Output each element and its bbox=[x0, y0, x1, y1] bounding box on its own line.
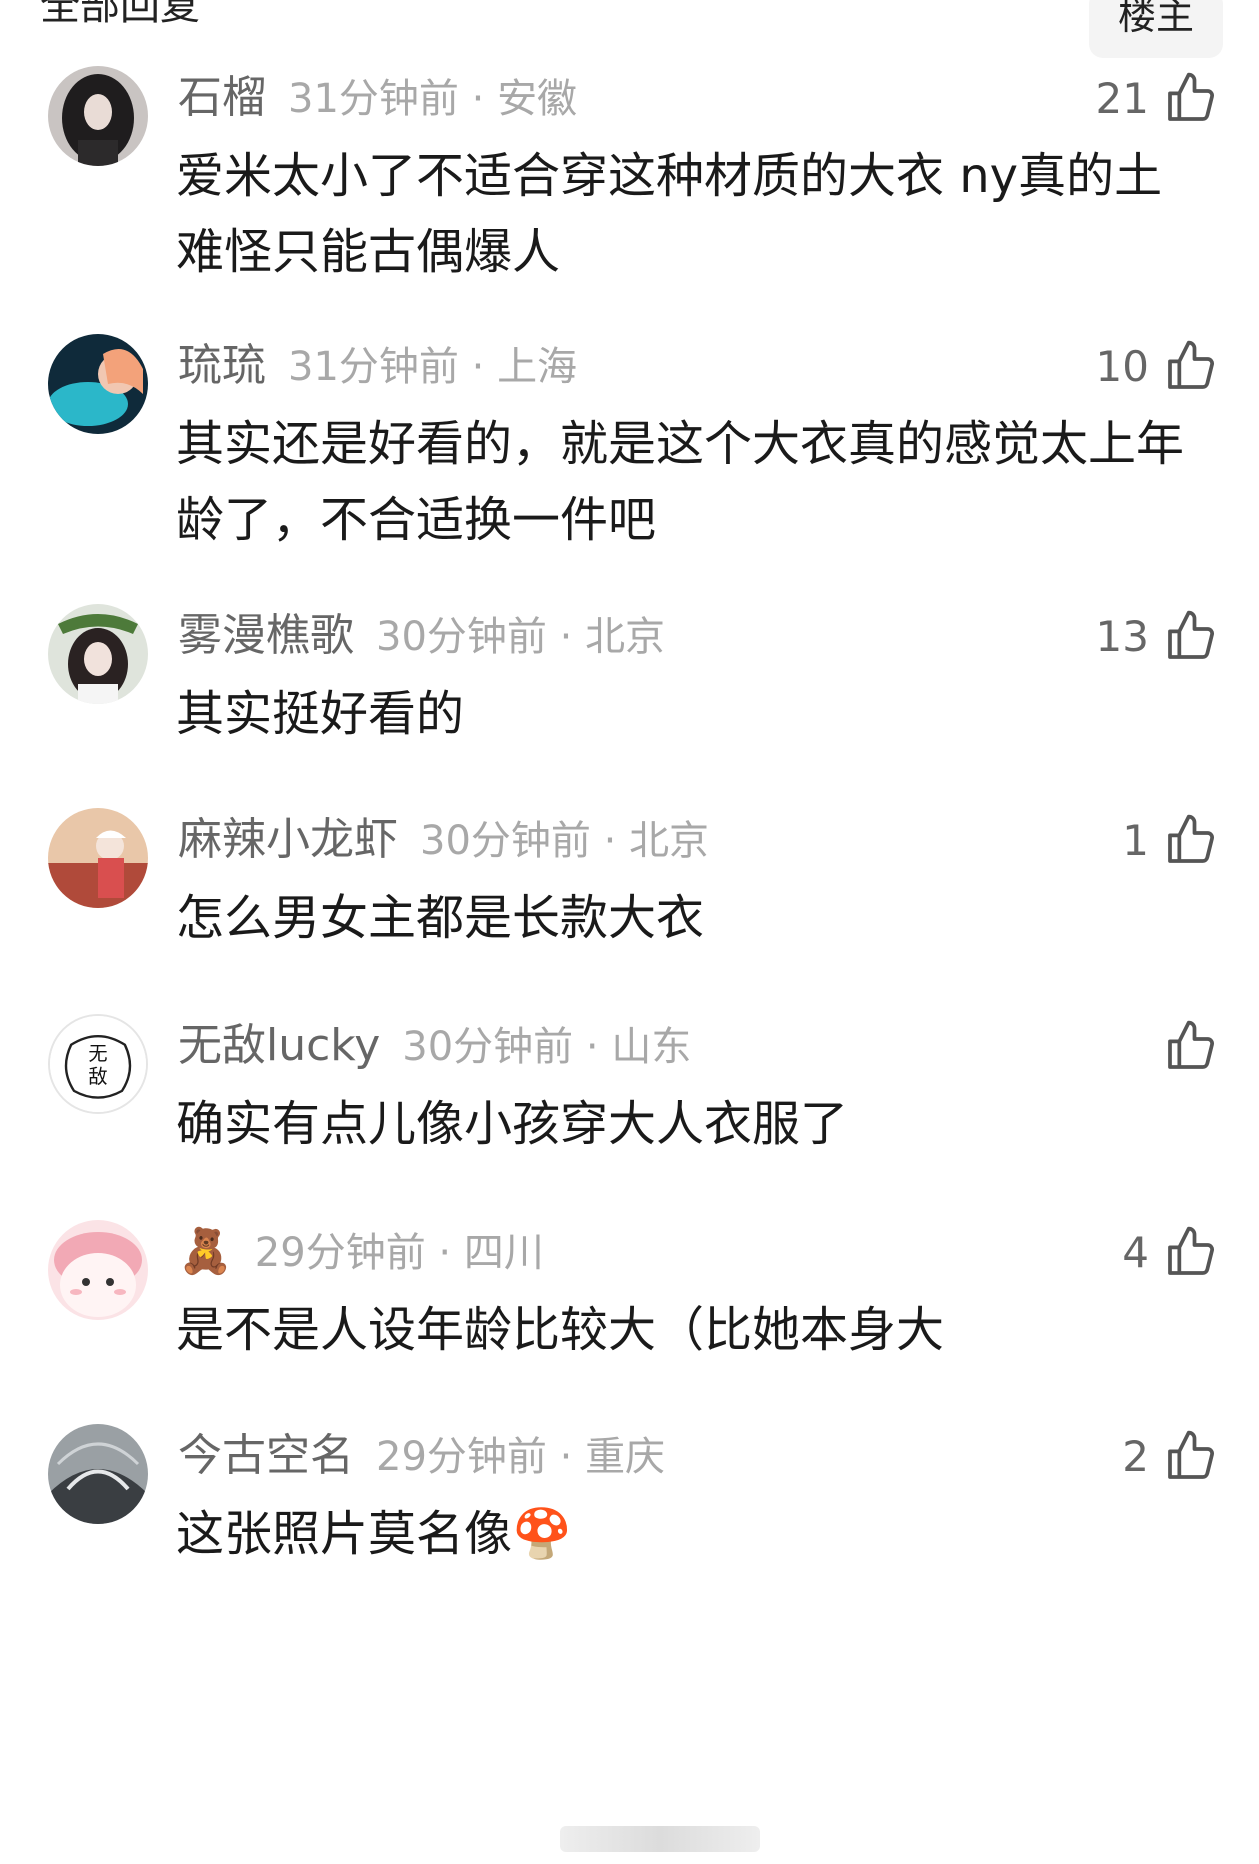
like-button[interactable]: 13 bbox=[1096, 608, 1219, 664]
separator: · bbox=[425, 1230, 464, 1276]
like-button[interactable]: 2 bbox=[1122, 1428, 1219, 1484]
username[interactable]: 琉琉 bbox=[178, 340, 266, 391]
username[interactable]: 无敌lucky bbox=[178, 1020, 380, 1071]
comment-time: 29分钟前 bbox=[376, 1434, 547, 1480]
avatar[interactable] bbox=[48, 1424, 148, 1524]
username[interactable]: 雾漫樵歌 bbox=[178, 610, 354, 661]
comment-location: 四川 bbox=[463, 1230, 544, 1276]
comment-location: 上海 bbox=[497, 344, 578, 390]
comment-text: 这张照片莫名像🍄 bbox=[176, 1506, 572, 1562]
svg-text:敌: 敌 bbox=[88, 1065, 107, 1088]
like-button[interactable]: 4 bbox=[1122, 1224, 1219, 1280]
like-button[interactable]: 1 bbox=[1122, 812, 1219, 868]
svg-text:无: 无 bbox=[88, 1042, 107, 1065]
avatar[interactable]: 无敌 bbox=[48, 1014, 148, 1114]
comment-location: 安徽 bbox=[497, 76, 578, 122]
thumbs-up-icon bbox=[1168, 610, 1214, 659]
username[interactable]: 石榴 bbox=[178, 72, 266, 123]
comment-location: 北京 bbox=[585, 614, 666, 660]
separator: · bbox=[546, 614, 586, 660]
comment-time: 30分钟前 bbox=[376, 614, 547, 660]
separator: · bbox=[458, 344, 498, 390]
comment-text: 其实挺好看的 bbox=[176, 686, 465, 742]
comment-time: 30分钟前 bbox=[402, 1024, 574, 1070]
comment-time: 31分钟前 bbox=[288, 76, 459, 122]
comment-location: 重庆 bbox=[585, 1434, 666, 1480]
like-count: 4 bbox=[1122, 1227, 1149, 1277]
like-count: 10 bbox=[1095, 341, 1149, 391]
replies-header: 全部回复 楼主 bbox=[0, 0, 1259, 60]
sort-button[interactable]: 楼主 bbox=[1089, 0, 1223, 58]
comment-text: 怎么男女主都是长款大衣 bbox=[176, 890, 705, 946]
comment-time: 30分钟前 bbox=[420, 818, 591, 864]
like-button[interactable] bbox=[1149, 1018, 1219, 1074]
avatar[interactable] bbox=[48, 604, 148, 704]
comment-time: 29分钟前 bbox=[254, 1230, 426, 1276]
thumbs-up-icon bbox=[1168, 1226, 1214, 1275]
like-button[interactable]: 10 bbox=[1096, 338, 1219, 394]
comment-text: 爱米太小了不适合穿这种材质的大衣 ny真的土 难怪只能古偶爆人 bbox=[176, 148, 1163, 280]
avatar[interactable] bbox=[48, 66, 148, 166]
like-button[interactable]: 21 bbox=[1096, 70, 1219, 126]
like-count: 1 bbox=[1122, 815, 1149, 865]
avatar[interactable] bbox=[48, 808, 148, 908]
avatar[interactable] bbox=[48, 334, 148, 434]
separator: · bbox=[573, 1024, 612, 1070]
username[interactable]: 麻辣小龙虾 bbox=[178, 814, 398, 865]
avatar[interactable] bbox=[48, 1220, 148, 1320]
username[interactable]: 🧸 bbox=[178, 1226, 233, 1277]
comment-location: 北京 bbox=[629, 818, 710, 864]
like-count: 2 bbox=[1122, 1431, 1149, 1481]
username[interactable]: 今古空名 bbox=[178, 1430, 354, 1481]
separator: · bbox=[458, 76, 498, 122]
thumbs-up-icon bbox=[1168, 1020, 1214, 1069]
blurred-overlay bbox=[560, 1826, 760, 1852]
thumbs-up-icon bbox=[1168, 1430, 1214, 1479]
comment-text: 确实有点儿像小孩穿大人衣服了 bbox=[176, 1096, 849, 1152]
separator: · bbox=[590, 818, 630, 864]
like-count: 13 bbox=[1095, 611, 1149, 661]
comment-time: 31分钟前 bbox=[288, 344, 459, 390]
thumbs-up-icon bbox=[1168, 340, 1214, 389]
all-replies-title: 全部回复 bbox=[40, 0, 200, 29]
separator: · bbox=[546, 1434, 586, 1480]
thumbs-up-icon bbox=[1168, 814, 1214, 863]
thumbs-up-icon bbox=[1168, 72, 1214, 121]
comment-text: 其实还是好看的，就是这个大衣真的感觉太上年龄了，不合适换一件吧 bbox=[176, 416, 1185, 548]
like-count: 21 bbox=[1095, 73, 1149, 123]
comment-text: 是不是人设年龄比较大（比她本身大 bbox=[176, 1302, 945, 1358]
comment-location: 山东 bbox=[611, 1024, 692, 1070]
